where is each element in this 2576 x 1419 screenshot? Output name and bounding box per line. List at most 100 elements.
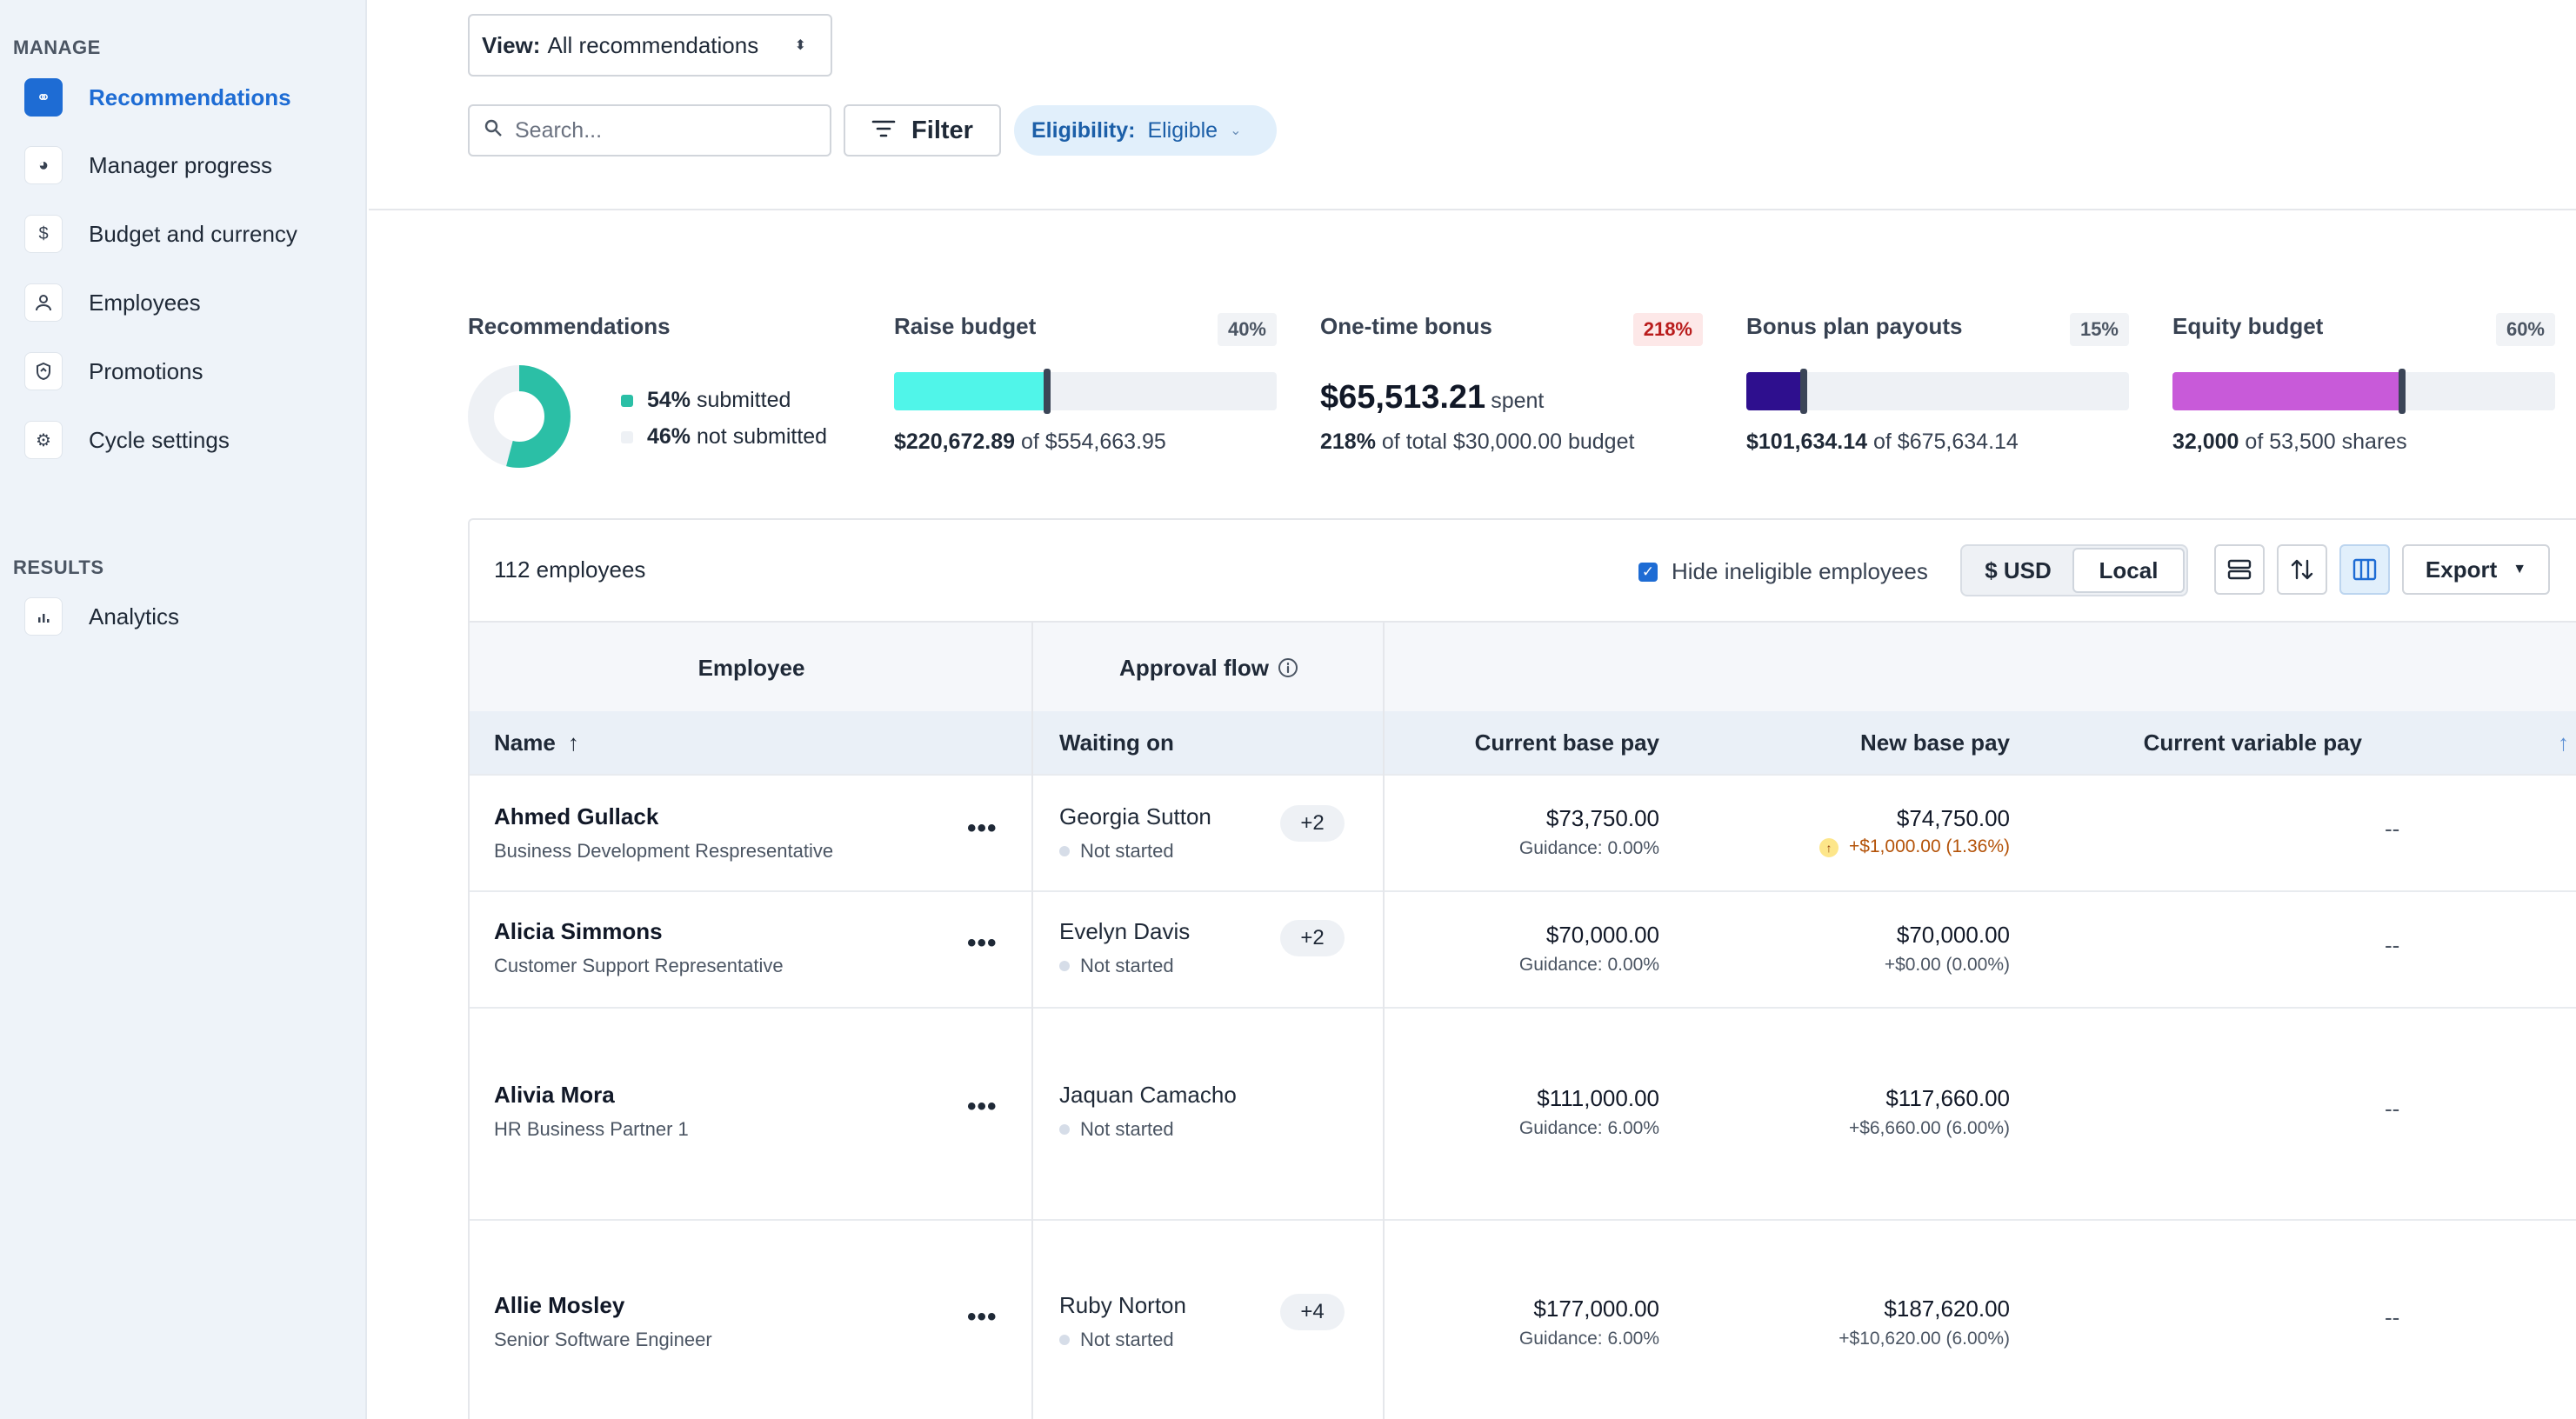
more-options-icon[interactable]: ••• bbox=[967, 1302, 998, 1332]
employee-name[interactable]: Alicia Simmons bbox=[494, 918, 663, 945]
bonus-plan-bar-fill bbox=[1746, 372, 1804, 410]
equity-budget-bar bbox=[2172, 369, 2555, 414]
employee-title: Customer Support Representative bbox=[494, 955, 784, 976]
manage-section-title: MANAGE bbox=[13, 37, 101, 58]
employee-table-panel: 112 employees ✓ Hide ineligible employee… bbox=[468, 518, 2576, 1419]
equity-budget-total: 53,500 shares bbox=[2269, 430, 2407, 454]
table-row[interactable]: Alicia Simmons Customer Support Represen… bbox=[470, 890, 2576, 1007]
column-header-current-variable[interactable]: Current variable pay bbox=[2144, 711, 2362, 774]
currency-usd-button[interactable]: $ USD bbox=[1964, 548, 2072, 593]
sort-button[interactable] bbox=[2277, 544, 2327, 595]
sidebar-item-manager-progress[interactable]: ◕ Manager progress bbox=[24, 141, 355, 190]
eligibility-filter-chip[interactable]: Eligibility: Eligible ⌄ bbox=[1014, 105, 1277, 156]
sidebar-item-analytics[interactable]: Analytics bbox=[24, 592, 355, 641]
arrow-up-icon[interactable]: ↑ bbox=[2558, 711, 2569, 774]
bar-chart-icon bbox=[24, 597, 63, 636]
sidebar-item-budget-and-currency[interactable]: $ Budget and currency bbox=[24, 210, 355, 258]
bonus-plan-total: $675,634.14 bbox=[1897, 430, 2019, 454]
raise-budget-spent: $220,672.89 bbox=[894, 430, 1016, 454]
guidance: Guidance: 6.00% bbox=[1518, 1329, 1659, 1349]
sidebar-item-recommendations[interactable]: ⚭ Recommendations bbox=[24, 73, 355, 122]
group-header-approval-label: Approval flow bbox=[1119, 654, 1269, 681]
sidebar-item-promotions[interactable]: Promotions bbox=[24, 347, 355, 396]
raise-budget-badge: 40% bbox=[1217, 313, 1277, 346]
approval-status-label: Not started bbox=[1080, 1329, 1174, 1350]
additional-approvers-badge[interactable]: +2 bbox=[1280, 920, 1345, 956]
new-base-pay[interactable]: $117,660.00 bbox=[1885, 1085, 2010, 1112]
table-row[interactable]: Allie Mosley Senior Software Engineer ••… bbox=[470, 1219, 2576, 1419]
more-options-icon[interactable]: ••• bbox=[967, 814, 998, 843]
sidebar-item-cycle-settings[interactable]: ⚙ Cycle settings bbox=[24, 416, 355, 464]
sidebar-item-employees[interactable]: Employees bbox=[24, 278, 355, 327]
status-dot bbox=[1059, 846, 1070, 856]
one-time-bonus-amount: $65,513.21 spent bbox=[1320, 379, 1544, 416]
more-options-icon[interactable]: ••• bbox=[967, 929, 998, 958]
column-header-new-base[interactable]: New base pay bbox=[1860, 711, 2010, 774]
sidebar-item-label: Manager progress bbox=[89, 151, 272, 178]
search-box[interactable] bbox=[468, 104, 831, 157]
new-base-pay[interactable]: $187,620.00 bbox=[1884, 1296, 2010, 1322]
sidebar: MANAGE ⚭ Recommendations ◕ Manager progr… bbox=[0, 0, 367, 1419]
search-input[interactable] bbox=[515, 117, 802, 143]
one-time-bonus-value: $65,513.21 bbox=[1320, 379, 1486, 416]
status-dot bbox=[1059, 961, 1070, 971]
view-select[interactable]: View: All recommendations ⬍ bbox=[468, 14, 832, 77]
current-base-pay: $73,750.00 bbox=[1545, 805, 1659, 831]
table-row[interactable]: Alivia Mora HR Business Partner 1 ••• Ja… bbox=[470, 1007, 2576, 1219]
approver-name: Ruby Norton bbox=[1059, 1292, 1186, 1318]
employee-name[interactable]: Allie Mosley bbox=[494, 1292, 624, 1319]
current-variable-pay: -- bbox=[2385, 1304, 2400, 1330]
currency-local-button[interactable]: Local bbox=[2072, 548, 2185, 593]
submitted-pct: 54% bbox=[647, 388, 691, 412]
additional-approvers-badge[interactable]: +2 bbox=[1280, 805, 1345, 842]
current-variable-pay: -- bbox=[2385, 816, 2400, 842]
legend-submitted: 54% submitted bbox=[621, 388, 791, 413]
not-submitted-label: not submitted bbox=[697, 424, 828, 449]
additional-approvers-badge[interactable]: +4 bbox=[1280, 1294, 1345, 1330]
filter-button[interactable]: Filter bbox=[844, 104, 1001, 157]
employee-name[interactable]: Alivia Mora bbox=[494, 1082, 615, 1109]
hide-ineligible-toggle[interactable]: ✓ Hide ineligible employees bbox=[1638, 558, 1928, 585]
checkbox-checked-icon[interactable]: ✓ bbox=[1638, 562, 1658, 582]
columns-icon bbox=[2352, 558, 2377, 581]
employee-title: HR Business Partner 1 bbox=[494, 1118, 689, 1140]
filter-icon bbox=[871, 117, 896, 144]
sidebar-item-label: Analytics bbox=[89, 603, 180, 630]
bonus-plan-badge: 15% bbox=[2069, 313, 2129, 346]
recommendations-donut bbox=[468, 365, 571, 468]
submitted-label: submitted bbox=[697, 388, 791, 412]
approval-status: Not started bbox=[1059, 1118, 1174, 1141]
one-time-bonus-card: One-time bonus 218% $65,513.21 spent 218%… bbox=[1320, 313, 1703, 487]
sort-arrows-icon bbox=[2291, 559, 2313, 580]
columns-button[interactable] bbox=[2339, 544, 2390, 595]
chevron-down-icon: ⌄ bbox=[1230, 123, 1242, 138]
not-submitted-pct: 46% bbox=[647, 424, 691, 449]
table-row[interactable]: Ahmed Gullack Business Development Respr… bbox=[470, 774, 2576, 890]
info-icon[interactable] bbox=[1278, 657, 1298, 678]
employee-name[interactable]: Ahmed Gullack bbox=[494, 803, 658, 830]
bonus-plan-bar bbox=[1746, 369, 2129, 414]
more-options-icon[interactable]: ••• bbox=[967, 1092, 998, 1122]
one-time-bonus-detail-text: of total $30,000.00 budget bbox=[1381, 430, 1635, 454]
column-header-current-base[interactable]: Current base pay bbox=[1475, 711, 1659, 774]
equity-budget-bar-marker bbox=[2399, 369, 2406, 414]
base-pay-change: +$0.00 (0.00%) bbox=[1884, 955, 2010, 975]
column-header-name[interactable]: Name ↑ bbox=[494, 711, 579, 774]
current-base-pay: $177,000.00 bbox=[1533, 1296, 1659, 1322]
base-pay-change: +$10,620.00 (6.00%) bbox=[1839, 1329, 2010, 1349]
export-button[interactable]: Export ▼ bbox=[2402, 544, 2550, 595]
approver-name: Evelyn Davis bbox=[1059, 918, 1191, 944]
row-density-button[interactable] bbox=[2214, 544, 2265, 595]
column-header-waiting-on[interactable]: Waiting on bbox=[1059, 711, 1174, 774]
column-divider bbox=[1031, 621, 1033, 1419]
guidance: Guidance: 6.00% bbox=[1518, 1118, 1659, 1138]
one-time-bonus-badge: 218% bbox=[1632, 313, 1703, 346]
legend-not-submitted: 46% not submitted bbox=[621, 424, 827, 450]
status-dot bbox=[1059, 1335, 1070, 1345]
gear-icon: ⚙ bbox=[24, 421, 63, 459]
new-base-pay[interactable]: $74,750.00 bbox=[1897, 805, 2010, 832]
employee-count: 112 employees bbox=[494, 556, 646, 583]
new-base-pay[interactable]: $70,000.00 bbox=[1897, 922, 2010, 949]
of-text: of bbox=[1020, 430, 1039, 454]
raise-budget-bar bbox=[894, 369, 1277, 414]
